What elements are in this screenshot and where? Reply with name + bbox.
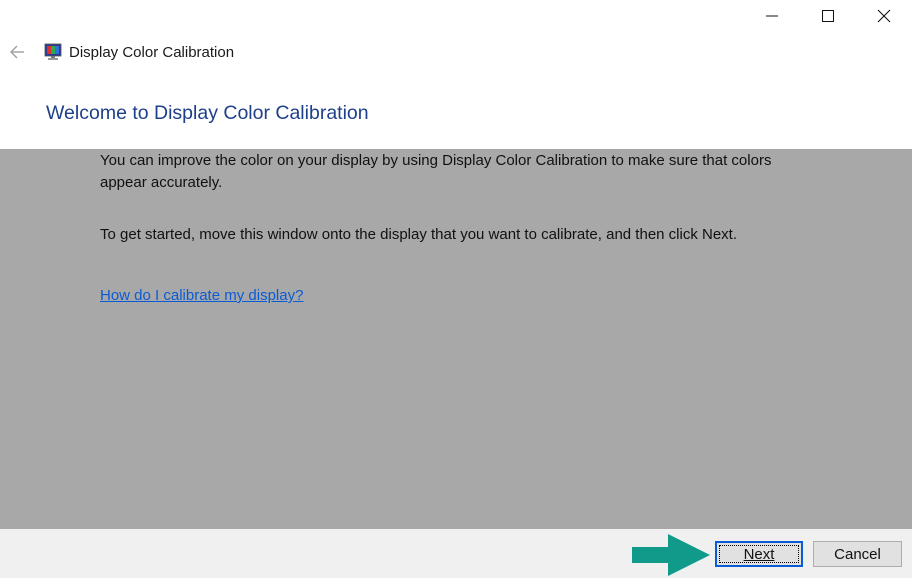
title-bar bbox=[0, 0, 912, 32]
next-button[interactable]: Next bbox=[715, 541, 803, 567]
back-button[interactable] bbox=[4, 40, 30, 64]
back-arrow-icon bbox=[10, 45, 24, 59]
app-title: Display Color Calibration bbox=[69, 44, 235, 61]
close-icon bbox=[877, 9, 891, 23]
help-link[interactable]: How do I calibrate my display? bbox=[100, 287, 303, 304]
pointer-arrow-icon bbox=[632, 534, 710, 576]
instructions-paragraph: To get started, move this window onto th… bbox=[100, 226, 738, 243]
intro-paragraph: You can improve the color on your displa… bbox=[100, 152, 772, 191]
content-area bbox=[0, 149, 912, 529]
close-button[interactable] bbox=[861, 0, 907, 32]
minimize-button[interactable] bbox=[749, 0, 795, 32]
minimize-icon bbox=[766, 15, 778, 17]
display-color-calibration-icon bbox=[44, 43, 62, 60]
maximize-button[interactable] bbox=[805, 0, 851, 32]
cancel-button[interactable]: Cancel bbox=[813, 541, 902, 567]
maximize-icon bbox=[822, 10, 834, 22]
calibration-window: Display Color Calibration Welcome to Dis… bbox=[0, 0, 912, 578]
page-heading: Welcome to Display Color Calibration bbox=[46, 102, 369, 124]
